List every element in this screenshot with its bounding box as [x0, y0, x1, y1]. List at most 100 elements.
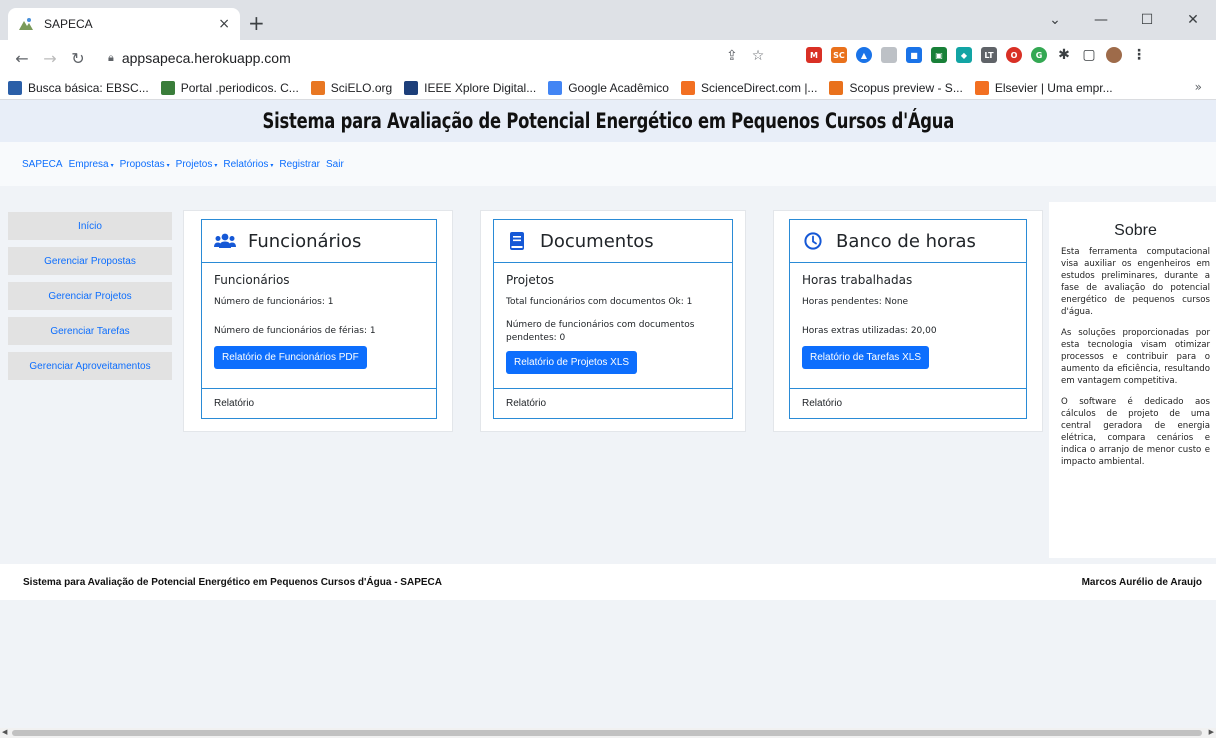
- window-controls: ⌄ — ☐ ✕: [1032, 0, 1216, 40]
- elsevier-icon: [974, 80, 989, 95]
- about-paragraph: As soluções proporcionadas por esta tecn…: [1061, 328, 1210, 386]
- sidebar-item-aproveitamentos[interactable]: Gerenciar Aproveitamentos: [8, 352, 172, 380]
- sidebar-item-projetos[interactable]: Gerenciar Projetos: [8, 282, 172, 310]
- bookmark-label: SciELO.org: [330, 80, 393, 95]
- meet-extension-icon[interactable]: ■: [906, 47, 922, 63]
- address-bar[interactable]: 🔒︎ appsapeca.herokuapp.com: [108, 44, 818, 72]
- bookmark-item[interactable]: Portal .periodicos. C...: [160, 80, 299, 95]
- card-subtitle: Funcionários: [214, 273, 290, 287]
- card-stat: Número de funcionários de férias: 1: [214, 326, 376, 336]
- card-subtitle: Horas trabalhadas: [802, 273, 913, 287]
- back-arrow-icon[interactable]: ←: [8, 44, 36, 72]
- ieee-icon: [404, 80, 419, 95]
- card-panel: Banco de horas Horas trabalhadas Horas p…: [773, 210, 1043, 432]
- bookmarks-overflow-icon[interactable]: »: [1195, 80, 1202, 94]
- kebab-menu-icon[interactable]: ⋮: [1131, 47, 1147, 63]
- scopus-extension-icon[interactable]: SC: [831, 47, 847, 63]
- sidebar-item-inicio[interactable]: Início: [8, 212, 172, 240]
- card-stat: Horas pendentes: None: [802, 297, 909, 307]
- periodicos-icon: [160, 80, 175, 95]
- bookmark-label: Google Acadêmico: [568, 80, 669, 95]
- funcionarios-pdf-button[interactable]: Relatório de Funcionários PDF: [214, 346, 367, 369]
- bookmark-item[interactable]: SciELO.org: [310, 80, 393, 95]
- bookmark-item[interactable]: Elsevier | Uma empr...: [974, 80, 1113, 95]
- card-stat: Número de funcionários: 1: [214, 297, 334, 307]
- card-panel: Funcionários Funcionários Número de func…: [183, 210, 453, 432]
- nav-item-registrar[interactable]: Registrar: [279, 159, 320, 170]
- translate-extension-icon[interactable]: LT: [981, 47, 997, 63]
- card-panel: Documentos Projetos Total funcionários c…: [480, 210, 746, 432]
- document-extension-icon[interactable]: [881, 47, 897, 63]
- sciencedirect-icon: [680, 80, 695, 95]
- bookmark-item[interactable]: IEEE Xplore Digital...: [404, 80, 536, 95]
- bookmark-item[interactable]: Busca básica: EBSC...: [8, 80, 149, 95]
- scroll-left-icon[interactable]: ◀: [2, 728, 7, 736]
- sidebar-item-tarefas[interactable]: Gerenciar Tarefas: [8, 317, 172, 345]
- share-icon[interactable]: ⇪: [726, 48, 738, 64]
- minimize-button[interactable]: —: [1078, 0, 1124, 40]
- nav-item-relatórios[interactable]: Relatórios ▾: [223, 159, 273, 170]
- bookmark-label: ScienceDirect.com |...: [700, 80, 818, 95]
- card-stat: Total funcionários com documentos Ok: 1: [506, 297, 693, 307]
- sidepanel-icon[interactable]: ▢: [1081, 47, 1097, 63]
- tarefas-xls-button[interactable]: Relatório de Tarefas XLS: [802, 346, 929, 369]
- card-footer: Relatório: [494, 388, 732, 418]
- opera-extension-icon[interactable]: O: [1006, 47, 1022, 63]
- horizontal-scrollbar[interactable]: ◀ ▶: [0, 728, 1216, 738]
- nav-item-sair[interactable]: Sair: [326, 159, 344, 170]
- tab-search-icon[interactable]: ⌄: [1032, 0, 1078, 40]
- sidebar-item-propostas[interactable]: Gerenciar Propostas: [8, 247, 172, 275]
- maximize-button[interactable]: ☐: [1124, 0, 1170, 40]
- nav-item-label: Relatórios: [223, 158, 269, 170]
- bookmarks-bar: Busca básica: EBSC... Portal .periodicos.…: [0, 76, 1216, 100]
- ebsco-icon: [8, 80, 22, 95]
- scrollbar-thumb[interactable]: [12, 730, 1202, 736]
- puzzle-icon[interactable]: ✱: [1056, 47, 1072, 63]
- card-subtitle: Projetos: [506, 273, 555, 287]
- scholar-extension-icon[interactable]: ▲: [856, 47, 872, 63]
- scielo-icon: [310, 80, 325, 95]
- projetos-xls-button[interactable]: Relatório de Projetos XLS: [506, 351, 638, 374]
- scholar-icon: [548, 80, 563, 95]
- card-funcionarios: Funcionários Funcionários Número de func…: [201, 219, 437, 419]
- about-paragraph: O software é dedicado aos cálculos de pr…: [1061, 397, 1210, 467]
- page-footer: Sistema para Avaliação de Potencial Ener…: [0, 564, 1216, 600]
- avatar[interactable]: [1106, 47, 1122, 63]
- sheets-extension-icon[interactable]: ▣: [931, 47, 947, 63]
- nav-item-label: Empresa: [68, 158, 109, 170]
- extensions-bar: M SC ▲ ■ ▣ ◆ LT O G ✱ ▢ ⋮: [806, 47, 1147, 63]
- caret-down-icon: ▾: [166, 162, 170, 169]
- sidebar: Início Gerenciar Propostas Gerenciar Pro…: [8, 212, 172, 387]
- reload-icon[interactable]: ↻: [64, 44, 92, 72]
- nav-item-propostas[interactable]: Propostas ▾: [120, 159, 170, 170]
- nav-item-label: Registrar: [279, 158, 320, 170]
- bookmark-item[interactable]: Scopus preview - S...: [829, 80, 963, 95]
- card-footer: Relatório: [202, 388, 436, 418]
- nav-item-label: Sair: [325, 158, 344, 170]
- new-tab-button[interactable]: +: [248, 13, 265, 33]
- tab-close-icon[interactable]: ×: [218, 16, 230, 32]
- forward-arrow-icon[interactable]: →: [36, 44, 64, 72]
- nav-item-sapeca[interactable]: SAPECA: [22, 159, 63, 170]
- bookmark-item[interactable]: ScienceDirect.com |...: [680, 80, 818, 95]
- scroll-right-icon[interactable]: ▶: [1209, 728, 1214, 736]
- nav-item-projetos[interactable]: Projetos ▾: [176, 159, 218, 170]
- grammar-extension-icon[interactable]: ◆: [956, 47, 972, 63]
- page-header: Sistema para Avaliação de Potencial Ener…: [0, 100, 1216, 142]
- nav-item-empresa[interactable]: Empresa ▾: [69, 159, 114, 170]
- nav-item-label: SAPECA: [22, 158, 63, 170]
- extension-icon[interactable]: M: [806, 47, 822, 63]
- lock-icon: 🔒︎: [108, 51, 114, 64]
- bookmark-item[interactable]: Google Acadêmico: [548, 80, 669, 95]
- nav-item-label: Propostas: [119, 158, 165, 170]
- bookmark-label: Elsevier | Uma empr...: [994, 80, 1113, 95]
- book-icon: [506, 230, 528, 252]
- card-title: Funcionários: [248, 230, 362, 252]
- bookmark-star-icon[interactable]: ☆: [752, 48, 765, 64]
- clock-icon: [802, 230, 824, 252]
- close-window-button[interactable]: ✕: [1170, 0, 1216, 40]
- grammarly-extension-icon[interactable]: G: [1031, 47, 1047, 63]
- browser-tab[interactable]: SAPECA ×: [8, 8, 240, 40]
- scopus-icon: [829, 80, 844, 95]
- bookmark-label: Portal .periodicos. C...: [180, 80, 299, 95]
